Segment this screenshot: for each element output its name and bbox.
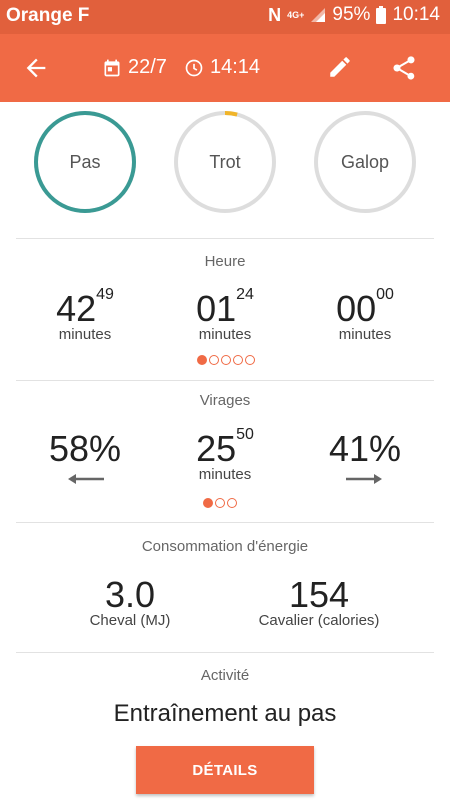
turns-center-sup: 50: [236, 425, 254, 443]
time-galop-unit: minutes: [338, 326, 392, 343]
app-bar: 22/7 14:14: [0, 34, 450, 102]
energy-section-title: Consommation d'énergie: [141, 538, 309, 555]
divider: [16, 238, 434, 239]
energy-horse-value: 3.0: [104, 574, 156, 615]
right-arrow-icon: [346, 474, 382, 484]
turns-center: 2550 minutes: [170, 425, 280, 483]
turns-left-percent: 58%: [48, 428, 122, 469]
gait-galop[interactable]: Galop: [313, 110, 417, 214]
turns-left: 58%: [35, 428, 135, 470]
time-pas-unit: minutes: [58, 326, 112, 343]
activity-section-title: Activité: [200, 667, 250, 684]
time-page-dot: [221, 355, 231, 365]
energy-rider-label: Cavalier (calories): [258, 612, 380, 629]
time-trot: 0124 minutes: [175, 285, 275, 343]
gait-label-pas: Pas: [69, 151, 101, 172]
energy-horse-label: Cheval (MJ): [89, 612, 171, 629]
time-text: 14:14: [210, 56, 261, 78]
carrier-name: Orange F: [6, 5, 90, 26]
network-type: 4G+: [287, 9, 305, 20]
gait-selector: Pas Trot Galop: [0, 110, 450, 220]
session-time: 14:14: [184, 56, 260, 79]
clock-time: 10:14: [392, 4, 440, 25]
share-icon[interactable]: [390, 54, 418, 82]
time-page-indicator: [197, 355, 255, 365]
turns-right: 41%: [315, 428, 415, 470]
clock-icon: [185, 59, 203, 76]
battery-icon: [376, 6, 387, 24]
time-trot-main: 01: [196, 288, 237, 329]
time-page-dot: [197, 355, 207, 365]
gait-trot[interactable]: Trot: [173, 110, 277, 214]
activity-value: Entraînement au pas: [113, 700, 337, 727]
time-trot-sup: 24: [236, 285, 254, 303]
time-galop-main: 00: [336, 288, 377, 329]
turns-section-title: Virages: [199, 392, 251, 409]
time-galop: 0000 minutes: [315, 285, 415, 343]
divider: [16, 522, 434, 523]
turns-center-main: 25: [196, 428, 237, 469]
date-text: 22/7: [128, 56, 167, 78]
time-trot-unit: minutes: [198, 326, 252, 343]
time-pas: 4249 minutes: [35, 285, 135, 343]
energy-rider-value: 154: [288, 574, 350, 615]
gait-pas[interactable]: Pas: [33, 110, 137, 214]
turns-center-unit: minutes: [198, 466, 252, 483]
nfc-icon: N: [268, 4, 282, 25]
back-arrow-icon[interactable]: [22, 54, 50, 82]
battery-percent: 95%: [332, 4, 371, 25]
time-page-dot: [209, 355, 219, 365]
details-button[interactable]: DÉTAILS: [136, 746, 314, 794]
session-date: 22/7: [102, 56, 167, 79]
energy-horse: 3.0 Cheval (MJ): [60, 574, 200, 629]
turns-page-dot: [203, 498, 213, 508]
time-section-title: Heure: [204, 253, 246, 270]
edit-pencil-icon[interactable]: [327, 54, 353, 80]
time-page-dot: [233, 355, 243, 365]
time-galop-sup: 00: [376, 285, 394, 303]
gait-label-trot: Trot: [209, 151, 241, 172]
divider: [16, 380, 434, 381]
turns-page-dot: [215, 498, 225, 508]
time-page-dot: [245, 355, 255, 365]
time-pas-sup: 49: [96, 285, 114, 303]
left-arrow-icon: [68, 474, 104, 484]
turns-right-percent: 41%: [328, 428, 402, 469]
time-pas-main: 42: [56, 288, 97, 329]
divider: [16, 652, 434, 653]
calendar-icon: [104, 59, 120, 76]
status-bar: Orange F N 4G+ 95% 10:14: [0, 0, 450, 34]
turns-page-indicator: [203, 498, 237, 508]
turns-page-dot: [227, 498, 237, 508]
gait-label-galop: Galop: [340, 151, 390, 172]
signal-icon: [311, 8, 326, 22]
energy-rider: 154 Cavalier (calories): [234, 574, 404, 629]
